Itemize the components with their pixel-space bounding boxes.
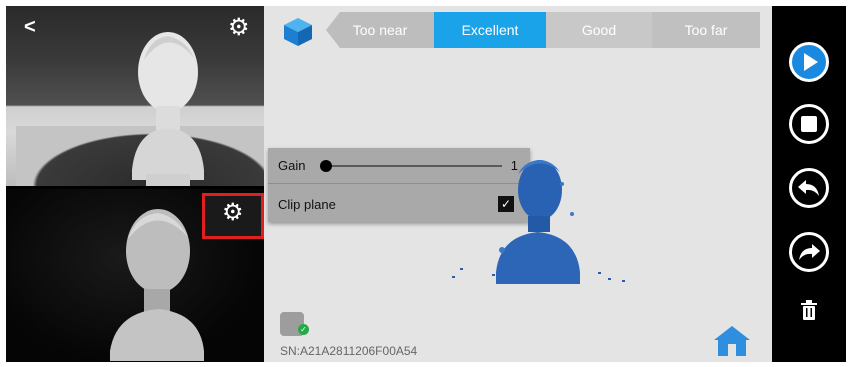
point-speck xyxy=(460,268,463,270)
play-icon xyxy=(804,53,818,71)
stop-icon xyxy=(801,116,817,132)
bust-image-ir xyxy=(110,209,204,361)
scan-viewport[interactable]: Too near Excellent Good Too far Gain 1 C… xyxy=(264,6,772,362)
stop-button[interactable] xyxy=(789,104,829,144)
distance-indicator: Too near Excellent Good Too far xyxy=(326,12,760,48)
undo-button[interactable] xyxy=(789,168,829,208)
bust-image-color xyxy=(132,32,204,186)
redo-button[interactable] xyxy=(789,232,829,272)
home-icon[interactable] xyxy=(712,324,752,358)
clip-plane-label: Clip plane xyxy=(278,196,336,212)
point-speck xyxy=(452,276,455,278)
gear-icon[interactable]: ⚙ xyxy=(222,201,244,225)
distance-too-near: Too near xyxy=(326,12,434,48)
cube-icon[interactable] xyxy=(282,16,314,48)
point-cloud-model xyxy=(496,160,580,284)
redo-icon xyxy=(799,244,820,260)
distance-excellent: Excellent xyxy=(434,12,546,48)
back-button[interactable]: < xyxy=(24,16,36,39)
point-speck xyxy=(622,280,625,282)
gain-slider-thumb[interactable] xyxy=(320,160,332,172)
point-speck xyxy=(608,278,611,280)
gain-slider-track[interactable] xyxy=(326,165,502,167)
gear-icon[interactable]: ⚙ xyxy=(228,16,250,40)
serial-number: SN:A21A2811206F00A54 xyxy=(280,344,418,358)
point-speck xyxy=(598,272,601,274)
distance-good: Good xyxy=(546,12,652,48)
play-button[interactable] xyxy=(789,42,829,82)
undo-icon xyxy=(798,180,819,196)
connected-check-icon: ✓ xyxy=(298,324,309,335)
color-camera-view: < ⚙ xyxy=(6,6,264,186)
app-frame: < ⚙ ⚙ Too near Excellent Good Too far Ga… xyxy=(6,6,846,362)
distance-too-far: Too far xyxy=(652,12,760,48)
trash-icon[interactable] xyxy=(800,300,818,320)
gain-label: Gain xyxy=(278,158,306,173)
control-strip xyxy=(772,6,846,362)
point-speck xyxy=(492,274,495,276)
